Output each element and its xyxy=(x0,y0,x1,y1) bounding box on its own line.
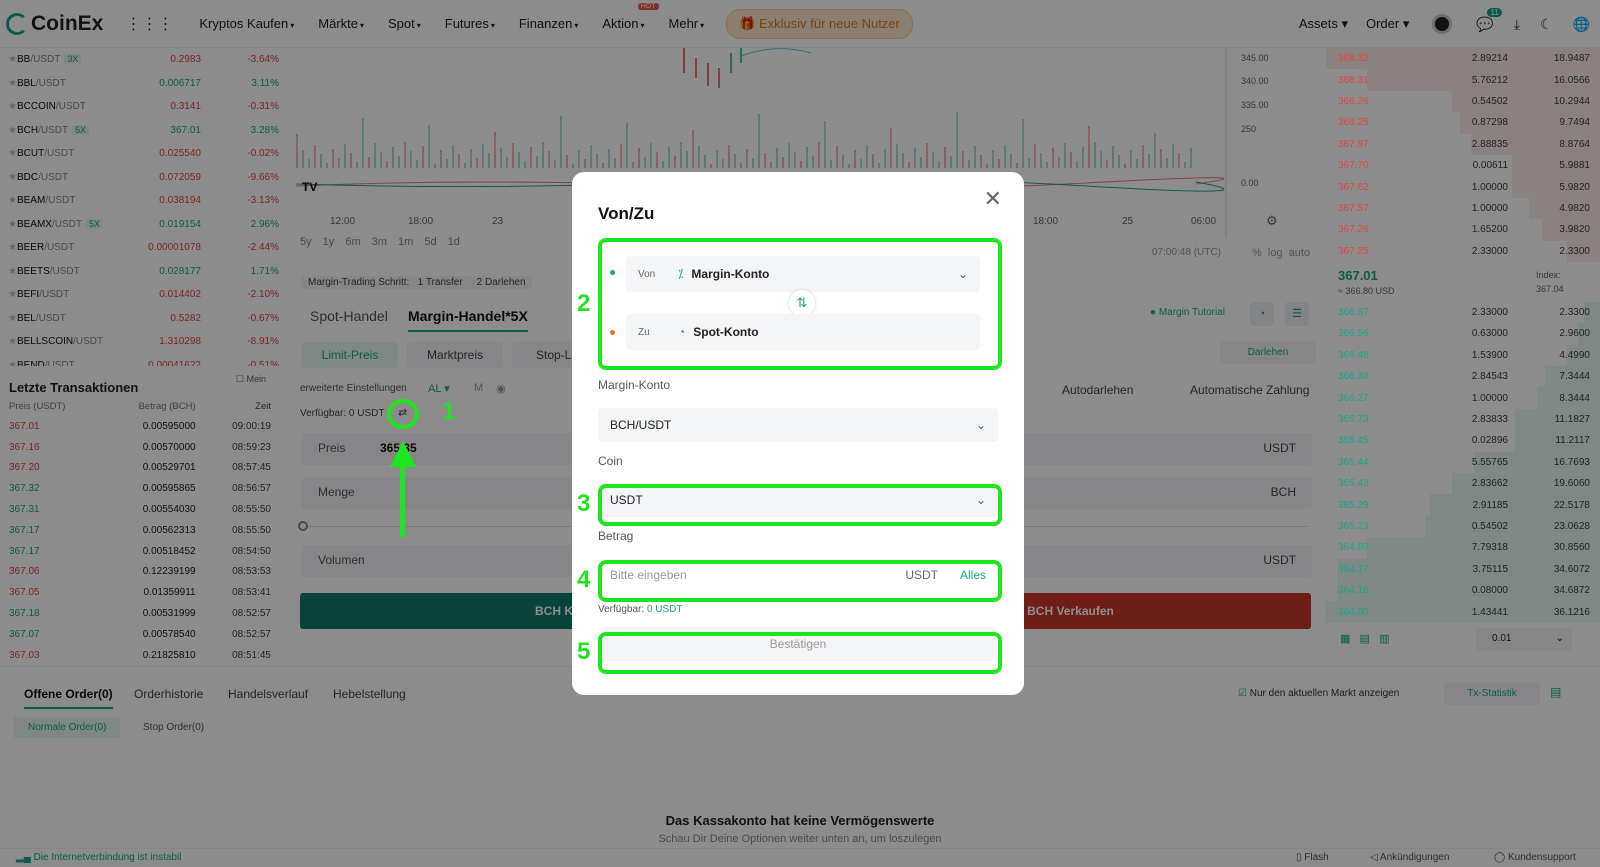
annotation-highlight-1 xyxy=(387,399,419,429)
ob-price: 365.23 xyxy=(1338,521,1369,532)
ob-total: 34.6872 xyxy=(1553,585,1590,597)
ob-amount: 2.83662 xyxy=(1471,478,1508,490)
amount-label: Betrag xyxy=(598,529,634,543)
ob-total: 10.2944 xyxy=(1553,95,1590,107)
ob-price: 364.69 xyxy=(1338,542,1369,554)
ob-amount: 2.83833 xyxy=(1471,414,1508,426)
coin-label: Coin xyxy=(598,454,623,468)
ob-price: 368.32 xyxy=(1338,53,1369,65)
annotation-highlight-3 xyxy=(598,484,1002,526)
ob-amount: 1.65200 xyxy=(1471,224,1508,236)
ob-price: 364.00 xyxy=(1338,606,1369,618)
annotation-highlight-4 xyxy=(598,560,1002,602)
ob-price: 365.29 xyxy=(1338,499,1369,511)
ob-amount: 0.54502 xyxy=(1471,95,1508,107)
ob-amount: 0.54502 xyxy=(1471,521,1508,532)
ob-total: 22.5178 xyxy=(1553,499,1590,511)
ob-amount: 0.00611 xyxy=(1472,160,1508,172)
ob-price: 368.26 xyxy=(1338,95,1369,107)
ob-total: 4.9820 xyxy=(1559,202,1590,214)
ob-amount: 0.08000 xyxy=(1471,585,1508,597)
annotation-highlight-2 xyxy=(598,238,1002,370)
ob-amount: 7.79318 xyxy=(1471,542,1508,554)
annotation-number-4: 4 xyxy=(577,566,591,593)
ob-total: 19.6060 xyxy=(1553,478,1590,490)
annotation-arrow-head xyxy=(390,441,416,467)
ob-amount: 2.33000 xyxy=(1471,307,1508,319)
ob-price: 366.48 xyxy=(1338,349,1369,361)
ob-total: 8.3444 xyxy=(1559,392,1590,404)
ob-amount: 0.02896 xyxy=(1471,435,1508,447)
ob-price: 367.57 xyxy=(1338,202,1369,214)
ob-amount: 5.55765 xyxy=(1471,456,1508,468)
ob-amount: 5.76212 xyxy=(1471,74,1508,86)
ob-total: 11.1827 xyxy=(1554,414,1590,426)
ob-total: 2.3300 xyxy=(1559,307,1590,319)
ob-price: 366.34 xyxy=(1338,371,1369,383)
ob-amount: 2.33000 xyxy=(1471,245,1508,257)
annotation-number-5: 5 xyxy=(577,638,591,665)
chevron-down-icon: ⌄ xyxy=(975,418,986,432)
ob-amount: 2.88835 xyxy=(1471,138,1508,150)
ob-total: 7.3444 xyxy=(1559,371,1590,383)
annotation-number-3: 3 xyxy=(577,490,591,517)
ob-price: 367.97 xyxy=(1338,138,1369,150)
margin-account-label: Margin-Konto xyxy=(598,378,671,392)
annotation-arrow-shaft xyxy=(400,455,405,537)
ob-total: 34.6072 xyxy=(1553,563,1590,575)
annotation-number-2: 2 xyxy=(577,290,591,317)
ob-amount: 2.89214 xyxy=(1471,53,1508,65)
ob-price: 366.67 xyxy=(1338,307,1369,319)
annotation-number-1: 1 xyxy=(442,398,456,425)
ob-total: 11.2117 xyxy=(1555,435,1590,447)
ob-price: 367.70 xyxy=(1338,160,1369,172)
ob-total: 5.9820 xyxy=(1559,181,1590,193)
ob-total: 3.9820 xyxy=(1559,224,1590,236)
ob-amount: 1.43441 xyxy=(1471,606,1508,618)
ob-price: 368.31 xyxy=(1338,74,1369,86)
ob-total: 5.9881 xyxy=(1559,160,1590,172)
ob-total: 4.4990 xyxy=(1559,349,1590,361)
ob-price: 365.44 xyxy=(1338,456,1369,468)
ob-total: 23.0628 xyxy=(1553,521,1590,532)
ob-price: 364.17 xyxy=(1338,563,1369,575)
ob-price: 367.25 xyxy=(1338,245,1369,257)
ob-amount: 1.53900 xyxy=(1471,349,1508,361)
ob-amount: 0.63000 xyxy=(1471,328,1508,340)
annotation-highlight-5 xyxy=(598,632,1002,674)
ob-total: 36.1216 xyxy=(1553,606,1590,618)
ob-total: 9.7494 xyxy=(1559,117,1590,129)
modal-title: Von/Zu xyxy=(598,204,655,223)
ob-price: 367.62 xyxy=(1338,181,1369,193)
ob-price: 368.25 xyxy=(1338,117,1369,129)
ob-amount: 3.75115 xyxy=(1472,563,1508,575)
ob-price: 365.45 xyxy=(1338,435,1369,447)
ob-total: 30.8560 xyxy=(1553,542,1590,554)
orderbook: 368.32 2.89214 18.9487 368.31 5.76212 16.0566… xyxy=(1326,48,1600,665)
ob-total: 8.8764 xyxy=(1559,138,1590,150)
ob-price: 364.16 xyxy=(1338,585,1369,597)
close-icon[interactable]: ✕ xyxy=(984,186,1002,212)
ob-amount: 2.91185 xyxy=(1472,499,1508,511)
ob-amount: 1.00000 xyxy=(1471,202,1508,214)
ob-amount: 1.00000 xyxy=(1471,392,1508,404)
ob-total: 2.9600 xyxy=(1559,328,1590,340)
ob-price: 365.43 xyxy=(1338,478,1369,490)
ob-price: 367.26 xyxy=(1338,224,1369,236)
ob-amount: 0.87298 xyxy=(1471,117,1508,129)
ob-price: 366.27 xyxy=(1338,392,1369,404)
ob-total: 18.9487 xyxy=(1553,53,1590,65)
margin-pair-select[interactable]: BCH/USDT ⌄ xyxy=(598,408,998,442)
ob-total: 2.3300 xyxy=(1559,245,1590,257)
ob-price: 366.56 xyxy=(1338,328,1369,340)
ob-amount: 1.00000 xyxy=(1471,181,1508,193)
ob-amount: 2.84543 xyxy=(1471,371,1508,383)
ob-total: 16.7693 xyxy=(1553,456,1590,468)
ob-total: 16.0566 xyxy=(1553,74,1590,86)
modal-available: Verfügbar: 0 USDT xyxy=(598,604,683,615)
ob-price: 365.73 xyxy=(1338,414,1369,426)
